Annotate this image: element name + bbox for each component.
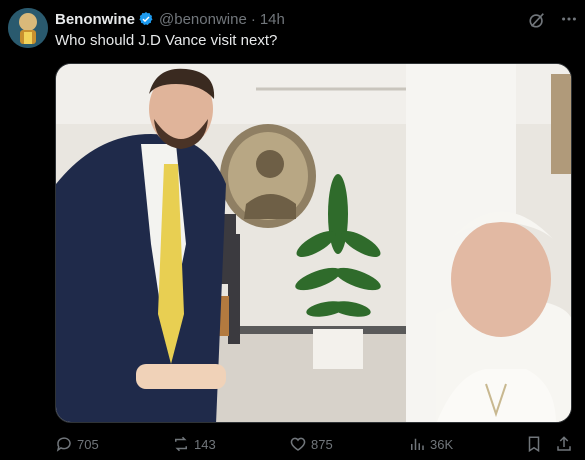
tweet-media[interactable]: [55, 63, 572, 423]
avatar-image: [8, 8, 48, 48]
tweet-text: Who should J.D Vance visit next?: [55, 32, 278, 49]
repost-count: 143: [194, 436, 216, 452]
avatar[interactable]: [8, 8, 48, 48]
separator: ·: [250, 10, 256, 28]
grok-icon[interactable]: [528, 11, 546, 29]
share-button[interactable]: [555, 435, 577, 453]
like-button[interactable]: 875: [289, 435, 333, 453]
reply-button[interactable]: 705: [55, 435, 99, 453]
action-bar: 705 143 875 36K: [0, 432, 585, 456]
more-icon[interactable]: [559, 9, 579, 29]
bookmark-button[interactable]: [525, 435, 547, 453]
repost-icon: [175, 436, 187, 452]
user-handle[interactable]: @benonwine: [159, 11, 247, 28]
like-count: 875: [311, 436, 333, 452]
reply-icon: [56, 437, 71, 452]
like-icon: [290, 437, 306, 451]
display-name[interactable]: Benonwine: [55, 11, 135, 28]
reply-count: 705: [77, 436, 99, 452]
share-icon: [557, 436, 571, 451]
views-button[interactable]: 36K: [408, 435, 453, 453]
views-count: 36K: [430, 436, 454, 452]
tweet-header: Benonwine @benonwine · 14h: [55, 9, 585, 29]
views-icon: [411, 438, 424, 450]
verified-badge-icon: [138, 11, 154, 27]
media-photo: [56, 64, 571, 422]
bookmark-icon: [528, 436, 540, 453]
repost-button[interactable]: 143: [172, 435, 216, 453]
timestamp[interactable]: 14h: [260, 11, 285, 28]
